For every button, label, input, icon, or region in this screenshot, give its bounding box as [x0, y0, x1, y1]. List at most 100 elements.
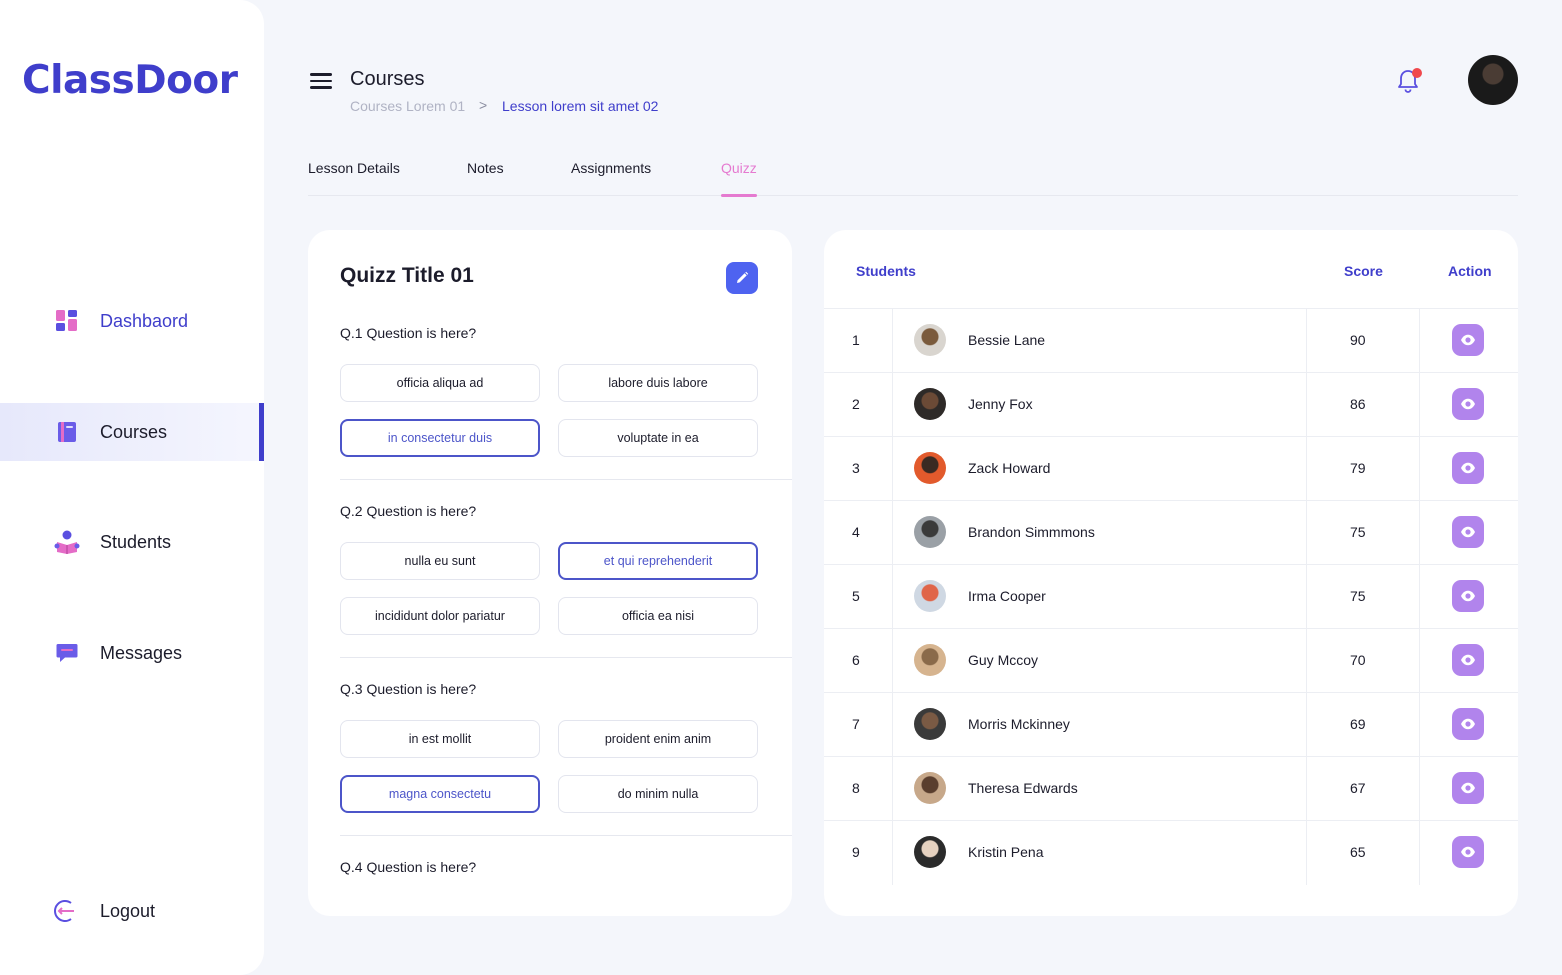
answer-option-selected[interactable]: magna consectetu: [340, 775, 540, 813]
hamburger-menu-icon[interactable]: [310, 73, 332, 89]
student-avatar: [914, 708, 946, 740]
dashboard-icon: [54, 308, 80, 334]
eye-icon: [1461, 334, 1475, 346]
view-button[interactable]: [1452, 324, 1484, 356]
sidebar: ClassDoor Dashbaord Courses Students Mes…: [0, 0, 264, 975]
tab-lesson-details[interactable]: Lesson Details: [308, 160, 400, 196]
sidebar-item-label: Courses: [100, 421, 168, 442]
table-row: 6 Guy Mccoy 70: [824, 628, 1518, 693]
table-row: 5 Irma Cooper 75: [824, 564, 1518, 629]
answer-option[interactable]: voluptate in ea: [558, 419, 758, 457]
answer-option[interactable]: do minim nulla: [558, 775, 758, 813]
table-row: 2 Jenny Fox 86: [824, 372, 1518, 437]
sidebar-item-dashboard[interactable]: Dashbaord: [0, 292, 264, 350]
view-button[interactable]: [1452, 708, 1484, 740]
student-name: Brandon Simmmons: [968, 524, 1095, 540]
answer-option-selected[interactable]: in consectetur duis: [340, 419, 540, 457]
question-divider: [340, 835, 792, 836]
column-divider: [1419, 565, 1420, 629]
student-avatar: [914, 772, 946, 804]
logout-icon: [54, 898, 80, 924]
student-score: 86: [1350, 396, 1366, 412]
tab-assignments[interactable]: Assignments: [571, 160, 651, 196]
eye-icon: [1461, 718, 1475, 730]
message-icon: [54, 640, 80, 666]
sidebar-item-messages[interactable]: Messages: [0, 624, 264, 682]
student-name: Irma Cooper: [968, 588, 1046, 604]
student-avatar: [914, 644, 946, 676]
row-index: 2: [852, 396, 860, 412]
answer-option[interactable]: labore duis labore: [558, 364, 758, 402]
column-divider: [892, 373, 893, 437]
table-row: 9 Kristin Pena 65: [824, 820, 1518, 885]
answer-option-selected[interactable]: et qui reprehenderit: [558, 542, 758, 580]
eye-icon: [1461, 398, 1475, 410]
answer-option[interactable]: proident enim anim: [558, 720, 758, 758]
answer-option[interactable]: incididunt dolor pariatur: [340, 597, 540, 635]
column-divider: [1306, 437, 1307, 501]
column-header-score[interactable]: Score: [1344, 263, 1383, 279]
student-avatar: [914, 324, 946, 356]
student-score: 79: [1350, 460, 1366, 476]
column-divider: [1419, 821, 1420, 885]
logout-button[interactable]: Logout: [0, 882, 264, 940]
breadcrumb-item-lesson[interactable]: Lesson lorem sit amet 02: [502, 98, 658, 114]
column-divider: [1306, 693, 1307, 757]
table-row: 8 Theresa Edwards 67: [824, 756, 1518, 821]
column-divider: [892, 821, 893, 885]
student-avatar: [914, 516, 946, 548]
table-row: 7 Morris Mckinney 69: [824, 692, 1518, 757]
student-score: 75: [1350, 588, 1366, 604]
view-button[interactable]: [1452, 836, 1484, 868]
tab-quizz[interactable]: Quizz: [721, 160, 757, 197]
student-name: Kristin Pena: [968, 844, 1044, 860]
column-divider: [1419, 373, 1420, 437]
page-title: Courses: [350, 68, 425, 90]
student-name: Jenny Fox: [968, 396, 1033, 412]
column-divider: [892, 501, 893, 565]
view-button[interactable]: [1452, 452, 1484, 484]
eye-icon: [1461, 590, 1475, 602]
answer-option[interactable]: officia ea nisi: [558, 597, 758, 635]
sidebar-item-students[interactable]: Students: [0, 513, 264, 571]
answer-option[interactable]: nulla eu sunt: [340, 542, 540, 580]
student-score: 90: [1350, 332, 1366, 348]
row-index: 7: [852, 716, 860, 732]
students-icon: [54, 529, 80, 555]
column-header-students[interactable]: Students: [856, 263, 916, 279]
answer-option[interactable]: officia aliqua ad: [340, 364, 540, 402]
view-button[interactable]: [1452, 388, 1484, 420]
answer-option[interactable]: in est mollit: [340, 720, 540, 758]
edit-quiz-button[interactable]: [726, 262, 758, 294]
quiz-card: Quizz Title 01 Q.1 Question is here? off…: [308, 230, 792, 916]
view-button[interactable]: [1452, 644, 1484, 676]
view-button[interactable]: [1452, 516, 1484, 548]
breadcrumb-item-course[interactable]: Courses Lorem 01: [350, 98, 465, 114]
sidebar-item-label: Dashbaord: [100, 310, 189, 331]
student-name: Guy Mccoy: [968, 652, 1039, 668]
view-button[interactable]: [1452, 580, 1484, 612]
column-divider: [1306, 501, 1307, 565]
notification-dot: [1412, 68, 1422, 78]
question-divider: [340, 479, 792, 480]
question-label: Q.3 Question is here?: [340, 681, 477, 697]
breadcrumb-separator: >: [479, 97, 488, 113]
question-label: Q.1 Question is here?: [340, 325, 477, 341]
row-index: 3: [852, 460, 860, 476]
view-button[interactable]: [1452, 772, 1484, 804]
question-label: Q.2 Question is here?: [340, 503, 477, 519]
row-index: 6: [852, 652, 860, 668]
notification-bell-icon[interactable]: [1396, 68, 1422, 94]
row-index: 9: [852, 844, 860, 860]
column-divider: [1306, 309, 1307, 373]
user-avatar[interactable]: [1468, 55, 1518, 105]
column-divider: [892, 565, 893, 629]
lesson-tabs: Lesson Details Notes Assignments Quizz: [308, 160, 1518, 197]
column-divider: [1419, 693, 1420, 757]
tab-notes[interactable]: Notes: [467, 160, 504, 196]
table-row: 4 Brandon Simmmons 75: [824, 500, 1518, 565]
student-avatar: [914, 580, 946, 612]
column-divider: [1419, 629, 1420, 693]
sidebar-item-courses[interactable]: Courses: [0, 403, 264, 461]
student-score: 69: [1350, 716, 1366, 732]
